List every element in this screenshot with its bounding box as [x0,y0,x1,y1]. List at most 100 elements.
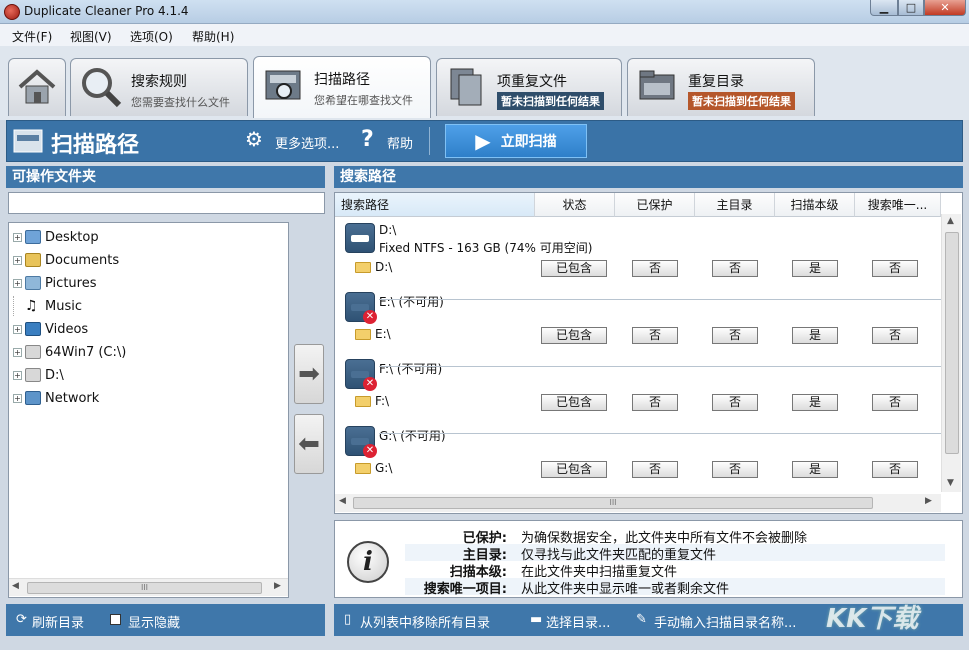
show-hidden-checkbox[interactable] [110,614,121,625]
column-header-unique[interactable]: 搜索唯一... [855,193,941,217]
unique-toggle[interactable]: 否 [872,327,918,344]
path-label: E:\ [375,327,391,341]
scroll-right-arrow-icon[interactable]: ▶ [925,496,932,506]
unique-toggle[interactable]: 否 [872,394,918,411]
scan-level-toggle[interactable]: 是 [792,260,838,277]
scan-now-button[interactable]: ▶ 立即扫描 [445,124,587,158]
master-toggle[interactable]: 否 [712,260,758,277]
tree-item-network[interactable]: + Network [13,388,99,408]
protected-toggle[interactable]: 否 [632,327,678,344]
expand-icon[interactable]: + [13,256,22,265]
master-toggle[interactable]: 否 [712,394,758,411]
tab-search-rules[interactable]: 搜索规则 您需要查找什么文件 [70,58,248,116]
tab-scan-paths[interactable]: 扫描路径 您希望在哪查找文件 [253,56,431,118]
tree-label: D:\ [45,368,64,383]
grid-vertical-scrollbar[interactable]: ▲ ▼ [941,214,961,492]
status-button[interactable]: 已包含 [541,327,607,344]
scroll-down-arrow-icon[interactable]: ▼ [947,478,954,488]
app-icon [4,4,20,20]
expand-icon[interactable]: + [13,279,22,288]
expand-icon[interactable]: + [13,394,22,403]
tree-item-desktop[interactable]: + Desktop [13,227,99,247]
refresh-button[interactable]: 刷新目录 [32,612,84,631]
tree-item-documents[interactable]: + Documents [13,250,119,270]
menu-bar: 文件(F) 视图(V) 选项(O) 帮助(H) [0,24,969,46]
scroll-right-arrow-icon[interactable]: ▶ [274,581,281,591]
add-path-button[interactable]: ➡ [294,344,324,404]
unique-toggle[interactable]: 否 [872,461,918,478]
folder-icon [355,396,371,407]
network-icon [25,391,41,405]
column-header-scan-level[interactable]: 扫描本级 [775,193,855,217]
more-options-button[interactable]: 更多选项... [275,133,339,152]
menu-help[interactable]: 帮助(H) [192,28,234,45]
column-header-status[interactable]: 状态 [535,193,615,217]
info-icon: i [347,541,389,583]
scroll-thumb[interactable] [945,232,959,454]
tab-label: 扫描路径 [314,69,370,89]
expand-icon[interactable]: + [13,233,22,242]
page-icon: ▯ [344,612,351,627]
drive-icon [345,223,375,253]
tab-duplicate-folders[interactable]: 重复目录 暂未扫描到任何结果 [627,58,815,116]
tree-item-pictures[interactable]: + Pictures [13,273,96,293]
search-paths-header: 搜索路径 [334,166,963,188]
menu-options[interactable]: 选项(O) [130,28,173,45]
status-button[interactable]: 已包含 [541,394,607,411]
tree-horizontal-scrollbar[interactable]: ◀ III ▶ [9,578,288,596]
help-button[interactable]: 帮助 [387,133,413,152]
grid-horizontal-scrollbar[interactable]: ◀ III ▶ [335,494,941,512]
column-header-protected[interactable]: 已保护 [615,193,695,217]
scroll-left-arrow-icon[interactable]: ◀ [339,496,346,506]
menu-file[interactable]: 文件(F) [12,28,52,45]
music-icon: ♫ [25,298,41,314]
tab-label: 搜索规则 [131,71,187,91]
maximize-button[interactable]: □ [898,0,924,16]
duplicate-folders-icon [636,65,680,109]
protected-toggle[interactable]: 否 [632,394,678,411]
choose-dir-button[interactable]: 选择目录... [546,612,610,631]
expand-icon[interactable]: + [13,371,22,380]
master-toggle[interactable]: 否 [712,461,758,478]
info-value: 从此文件夹中显示唯一或者剩余文件 [521,578,729,597]
remove-path-button[interactable]: ⬅ [294,414,324,474]
unique-toggle[interactable]: 否 [872,260,918,277]
scan-level-toggle[interactable]: 是 [792,394,838,411]
expand-icon[interactable]: + [13,348,22,357]
close-button[interactable]: ✕ [924,0,966,16]
master-toggle[interactable]: 否 [712,327,758,344]
main-tabs: 搜索规则 您需要查找什么文件 扫描路径 您希望在哪查找文件 项重复文件 暂未扫描… [0,46,969,120]
tree-item-videos[interactable]: + Videos [13,319,88,339]
drive-unavailable-icon: ✕ [345,292,375,322]
help-icon: ? [361,127,374,152]
column-header-path[interactable]: 搜索路径 [335,193,535,217]
minimize-button[interactable]: ▁ [870,0,898,16]
scan-level-toggle[interactable]: 是 [792,461,838,478]
tree-item-drive-d[interactable]: + D:\ [13,365,64,385]
status-button[interactable]: 已包含 [541,260,607,277]
pictures-icon [25,276,41,290]
scroll-up-arrow-icon[interactable]: ▲ [947,216,954,226]
protected-toggle[interactable]: 否 [632,260,678,277]
tab-duplicate-files[interactable]: 项重复文件 暂未扫描到任何结果 [436,58,622,116]
column-header-master[interactable]: 主目录 [695,193,775,217]
protected-toggle[interactable]: 否 [632,461,678,478]
remove-all-button[interactable]: 从列表中移除所有目录 [360,612,490,631]
row-divider [379,233,939,234]
scroll-thumb[interactable]: III [353,497,873,509]
scan-now-label: 立即扫描 [501,131,557,151]
scan-level-toggle[interactable]: 是 [792,327,838,344]
tree-item-drive-c[interactable]: + 64Win7 (C:\) [13,342,126,362]
tree-item-music[interactable]: ♫ Music [13,296,82,316]
scroll-left-arrow-icon[interactable]: ◀ [12,581,19,591]
folder-filter-input[interactable] [8,192,325,214]
tab-home[interactable] [8,58,66,116]
tree-connector [13,296,22,316]
manual-input-button[interactable]: 手动输入扫描目录名称... [654,612,796,631]
status-button[interactable]: 已包含 [541,461,607,478]
expand-icon[interactable]: + [13,325,22,334]
folder-icon [355,262,371,273]
scroll-thumb[interactable]: III [27,582,262,594]
menu-view[interactable]: 视图(V) [70,28,112,45]
tree-label: Network [45,391,99,406]
